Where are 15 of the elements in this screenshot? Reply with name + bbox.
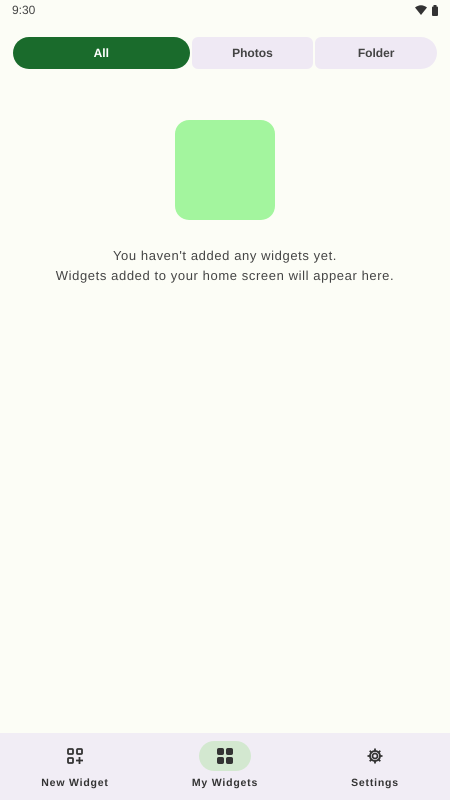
nav-label[interactable]: New Widget [41,777,109,789]
filter-tab[interactable]: Photos [192,37,314,69]
add-widget-icon [66,747,84,765]
filter-tab[interactable]: Folder [315,37,438,69]
empty-message: You haven't added any widgets yet. [112,248,338,263]
nav-label[interactable]: Settings [351,777,399,789]
nav-label[interactable]: My Widgets [192,777,258,789]
nav-button[interactable] [199,741,251,771]
status-time: 9:30 [12,3,36,17]
empty-message: Widgets added to your home screen will appear here. [56,268,394,283]
settings-icon [366,747,384,765]
wifi-icon [415,5,427,15]
filter-tab[interactable]: All [13,37,190,69]
battery-icon [432,4,438,16]
widgets-grid-icon [216,747,234,765]
